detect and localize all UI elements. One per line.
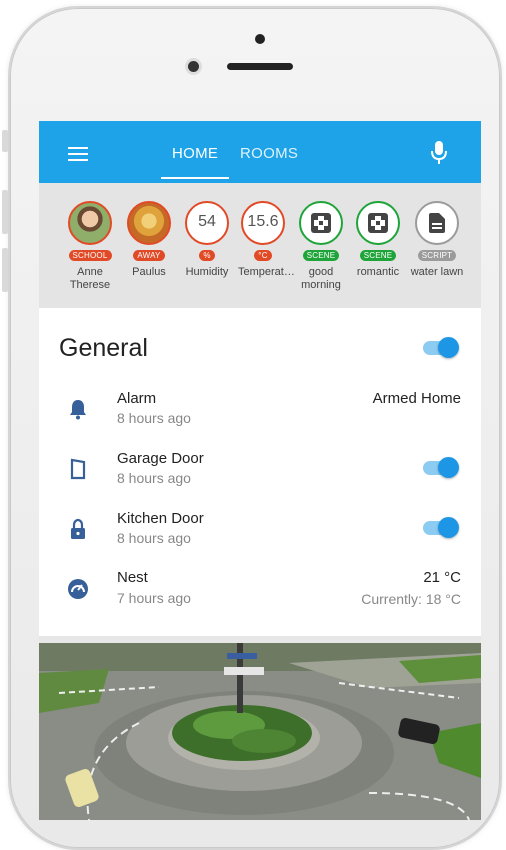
badge-anne-therese[interactable]: SCHOOL Anne Therese: [65, 201, 115, 292]
status-badge: AWAY: [133, 250, 165, 261]
type-badge: SCENE: [302, 250, 340, 261]
thermostat-icon: [68, 579, 88, 599]
entity-name[interactable]: Kitchen Door: [117, 510, 204, 527]
type-badge: SCRIPT: [417, 250, 457, 261]
camera-image: [39, 643, 481, 820]
current-temperature: Currently: 18 °C: [361, 591, 461, 607]
script-icon: [429, 213, 445, 233]
unit-badge: °C: [254, 250, 272, 261]
tab-rooms[interactable]: ROOMS: [240, 145, 298, 162]
door-icon: [70, 458, 86, 480]
mute-switch: [2, 130, 8, 152]
card-title: General: [59, 334, 148, 362]
script-circle: [415, 201, 459, 245]
unit-badge: %: [199, 250, 215, 261]
last-changed: 8 hours ago: [117, 470, 191, 486]
badge-label: Temperat…: [238, 266, 295, 278]
toggle-thumb: [438, 457, 459, 478]
scene-circle: [356, 201, 400, 245]
badge-script-water-lawn[interactable]: SCRIPT water lawn: [409, 201, 465, 279]
target-temperature[interactable]: 21 °C: [423, 569, 461, 586]
general-card: General Alarm 8 hours ago Armed Home Gar…: [39, 308, 481, 636]
volume-down-button: [2, 248, 8, 292]
sensor-circle: 15.6: [241, 201, 285, 245]
badge-temperature[interactable]: 15.6 °C Temperat…: [238, 201, 295, 279]
avatar: [127, 201, 171, 245]
entity-name[interactable]: Alarm: [117, 390, 156, 407]
sensor-value: 54: [198, 213, 216, 230]
group-toggle[interactable]: [423, 336, 459, 358]
bell-icon: [70, 400, 86, 420]
scene-icon: [368, 213, 388, 233]
badge-label: Anne Therese: [69, 266, 111, 291]
scene-circle: [299, 201, 343, 245]
tab-home[interactable]: HOME: [172, 145, 218, 162]
proximity-sensor: [255, 34, 265, 44]
top-app-bar: HOME ROOMS: [39, 121, 481, 183]
sensor-value: 15.6: [247, 213, 279, 230]
badge-scene-good-morning[interactable]: SCENE good morning: [296, 201, 346, 292]
last-changed: 7 hours ago: [117, 590, 191, 606]
garage-door-toggle[interactable]: [423, 456, 459, 478]
kitchen-door-toggle[interactable]: [423, 516, 459, 538]
last-changed: 8 hours ago: [117, 410, 191, 426]
alarm-state[interactable]: Armed Home: [373, 390, 461, 407]
entity-name[interactable]: Nest: [117, 569, 148, 586]
badge-label: good morning: [301, 266, 341, 291]
card-separator: [39, 636, 481, 643]
earpiece-speaker: [227, 63, 293, 70]
badge-paulus[interactable]: AWAY Paulus: [124, 201, 174, 279]
badge-humidity[interactable]: 54 % Humidity: [182, 201, 232, 279]
badge-label: Humidity: [185, 266, 229, 278]
badge-scene-romantic[interactable]: SCENE romantic: [353, 201, 403, 279]
last-changed: 8 hours ago: [117, 530, 191, 546]
toggle-thumb: [438, 337, 459, 358]
badge-label: Paulus: [132, 266, 166, 278]
badge-label: water lawn: [410, 266, 464, 278]
scene-icon: [311, 213, 331, 233]
volume-up-button: [2, 190, 8, 234]
badge-label: romantic: [356, 266, 400, 278]
lock-icon: [71, 518, 85, 539]
menu-icon[interactable]: [68, 147, 88, 161]
badge-bar: SCHOOL Anne Therese AWAY Paulus 54 % Humi…: [39, 183, 481, 308]
camera-feed[interactable]: [39, 643, 481, 820]
front-camera: [188, 61, 199, 72]
avatar: [68, 201, 112, 245]
entity-name[interactable]: Garage Door: [117, 450, 204, 467]
app-screen: HOME ROOMS SCHOOL Anne Therese AWAY Paulu…: [39, 121, 481, 820]
sensor-circle: 54: [185, 201, 229, 245]
microphone-icon[interactable]: [431, 141, 447, 165]
type-badge: SCENE: [359, 250, 397, 261]
active-tab-indicator: [161, 177, 229, 179]
toggle-thumb: [438, 517, 459, 538]
status-badge: SCHOOL: [68, 250, 112, 261]
